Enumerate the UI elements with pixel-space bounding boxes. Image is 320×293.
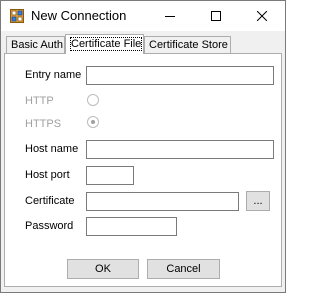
browse-certificate-button[interactable]: ...: [246, 191, 270, 211]
app-icon: [10, 9, 24, 23]
minimize-button[interactable]: [147, 1, 193, 31]
password-label: Password: [25, 220, 74, 232]
close-icon: [257, 11, 267, 21]
window-title: New Connection: [31, 8, 127, 23]
host-port-label: Host port: [25, 169, 70, 181]
host-port-input[interactable]: [86, 166, 134, 185]
entry-name-input[interactable]: [86, 66, 274, 85]
dialog-window: New Connection Basic Auth Certificate Fi…: [0, 0, 286, 293]
tab-certificate-file-label: Certificate File: [70, 37, 143, 51]
certificate-input[interactable]: [86, 192, 239, 211]
close-button[interactable]: [239, 1, 285, 31]
https-radio-dot: [91, 120, 95, 124]
entry-name-label: Entry name: [25, 69, 82, 81]
minimize-icon: [165, 16, 175, 17]
tab-basic-auth[interactable]: Basic Auth: [6, 36, 65, 53]
host-name-input[interactable]: [86, 140, 274, 159]
tab-certificate-store[interactable]: Certificate Store: [144, 36, 231, 53]
http-label: HTTP: [25, 95, 54, 107]
http-radio[interactable]: [87, 94, 99, 106]
cancel-button[interactable]: Cancel: [147, 259, 220, 279]
title-bar[interactable]: New Connection: [1, 1, 285, 31]
maximize-button[interactable]: [193, 1, 239, 31]
certificate-label: Certificate: [25, 195, 75, 207]
tab-certificate-file[interactable]: Certificate File: [65, 34, 144, 54]
https-radio[interactable]: [87, 116, 99, 128]
tab-basic-auth-label: Basic Auth: [11, 39, 63, 51]
password-input[interactable]: [86, 217, 177, 236]
maximize-icon: [211, 11, 221, 21]
tab-certificate-store-label: Certificate Store: [149, 39, 228, 51]
ok-button[interactable]: OK: [67, 259, 139, 279]
https-label: HTTPS: [25, 118, 62, 130]
host-name-label: Host name: [25, 143, 79, 155]
